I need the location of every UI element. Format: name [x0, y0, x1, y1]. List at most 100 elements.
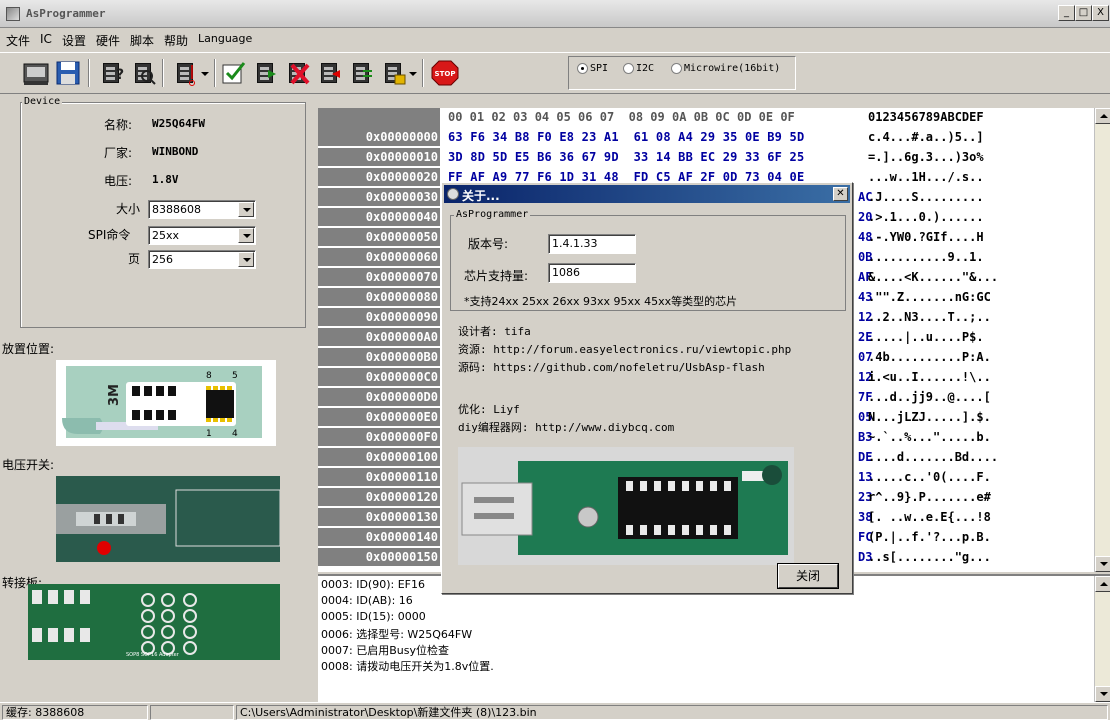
- chevron-down-icon[interactable]: [238, 202, 254, 217]
- close-button[interactable]: X: [1092, 5, 1109, 21]
- voltage-switch-image: [56, 476, 280, 562]
- hex-row-ascii[interactable]: (P.|..f.'?...p.B.: [868, 528, 1078, 546]
- hex-row-ascii[interactable]: ~.`..%...".....b.: [868, 428, 1078, 446]
- hex-row-ascii[interactable]: ...w..1H.../.s..: [868, 168, 1078, 186]
- hex-row-address: 0x00000120: [318, 488, 440, 506]
- hex-scrollbar[interactable]: [1094, 108, 1110, 572]
- page-label: 页: [128, 252, 141, 266]
- menu-script[interactable]: 脚本: [130, 32, 154, 49]
- scroll-up-icon[interactable]: [1095, 576, 1110, 592]
- maximize-button[interactable]: □: [1075, 5, 1092, 21]
- read-chip-icon[interactable]: [170, 59, 198, 87]
- read-to-buffer-icon[interactable]: [314, 59, 342, 87]
- radio-dot-icon: [671, 63, 682, 74]
- toolbar-separator: [88, 59, 90, 87]
- erase-chip-icon[interactable]: [282, 59, 310, 87]
- menu-file[interactable]: 文件: [6, 32, 30, 49]
- hex-row-ascii[interactable]: ...........9..1.: [868, 248, 1078, 266]
- hex-row-address: 0x00000000: [318, 128, 440, 146]
- pin-8-label: 8: [206, 371, 212, 381]
- search-chip-icon[interactable]: [128, 59, 156, 87]
- version-field[interactable]: 1.4.1.33: [548, 234, 636, 254]
- chip-placement-image: 3M 8 5 1 4: [56, 360, 276, 446]
- hex-header-corner: [318, 108, 440, 128]
- verify-icon[interactable]: [220, 59, 248, 87]
- read-dropdown-chevron-icon[interactable]: [198, 59, 212, 87]
- chip-count-field[interactable]: 1086: [548, 263, 636, 283]
- radio-microwire[interactable]: Microwire(16bit): [671, 63, 780, 74]
- lock-dropdown-chevron-icon[interactable]: [406, 59, 420, 87]
- adapter-board-label: SOP8 SOP16 Adapter: [126, 652, 180, 658]
- hex-row-ascii[interactable]: r^..9}.P.......e#: [868, 488, 1078, 506]
- pin-4-label: 4: [232, 429, 238, 439]
- hex-row-ascii[interactable]: c.4...#.a..)5..]: [868, 128, 1078, 146]
- open-file-icon[interactable]: [22, 59, 50, 87]
- radio-i2c[interactable]: I2C: [623, 63, 654, 74]
- chevron-down-icon[interactable]: [238, 228, 254, 243]
- write-chip-icon[interactable]: [250, 59, 278, 87]
- hex-row-ascii[interactable]: ..2..N3....T..;..: [868, 308, 1078, 326]
- hex-row-address: 0x00000130: [318, 508, 440, 526]
- hex-row-address: 0x00000070: [318, 268, 440, 286]
- hex-row-ascii[interactable]: .....|..u....P$.: [868, 328, 1078, 346]
- hex-row-ascii[interactable]: [. ..w..e.E{...!8: [868, 508, 1078, 526]
- hex-row-address: 0x00000020: [318, 168, 440, 186]
- designer-text: 设计者: tifa: [458, 325, 531, 338]
- read-id-icon[interactable]: ?: [96, 59, 124, 87]
- spi-command-combo[interactable]: 25xx: [148, 226, 256, 245]
- hex-row-address: 0x000000B0: [318, 348, 440, 366]
- log-scrollbar[interactable]: [1094, 576, 1110, 702]
- menu-ic[interactable]: IC: [40, 32, 52, 46]
- close-icon[interactable]: ✕: [833, 187, 848, 201]
- device-size-combo[interactable]: 8388608: [148, 200, 256, 219]
- status-bar: 缓存: 8388608 C:\Users\Administrator\Deskt…: [0, 702, 1110, 720]
- hex-row-ascii[interactable]: ."".Z.......nG:GC: [868, 288, 1078, 306]
- hex-row-ascii[interactable]: N...jLZJ.....].$.: [868, 408, 1078, 426]
- toolbar-separator: [162, 59, 164, 87]
- status-file-path: C:\Users\Administrator\Desktop\新建文件夹 (8)…: [236, 705, 1108, 720]
- scroll-up-icon[interactable]: [1095, 108, 1110, 124]
- hex-row-ascii[interactable]: .4b..........P:A.: [868, 348, 1078, 366]
- scroll-down-icon[interactable]: [1095, 556, 1110, 572]
- hex-row-bytes[interactable]: 63 F6 34 B8 F0 E8 23 A1 61 08 A4 29 35 0…: [448, 128, 866, 146]
- hex-row-ascii[interactable]: ...d..jj9..@....[: [868, 388, 1078, 406]
- hex-row-bytes[interactable]: 3D 8D 5D E5 B6 36 67 9D 33 14 BB EC 29 3…: [448, 148, 866, 166]
- minimize-button[interactable]: _: [1058, 5, 1075, 21]
- hex-row-address: 0x00000030: [318, 188, 440, 206]
- menu-help[interactable]: 帮助: [164, 32, 188, 49]
- about-dialog-title: 关于...: [462, 189, 500, 203]
- radio-spi[interactable]: SPI: [577, 63, 608, 74]
- page-combo[interactable]: 256: [148, 250, 256, 269]
- site-link[interactable]: diy编程器网: http://www.diybcq.com: [458, 419, 674, 435]
- left-panel: Device 名称: W25Q64FW 厂家: WINBOND 电压: 1.8V…: [0, 96, 316, 702]
- lock-chip-icon[interactable]: [378, 59, 406, 87]
- about-close-button[interactable]: 关闭: [778, 564, 838, 588]
- hex-row-ascii[interactable]: .>.1...0.)......: [868, 208, 1078, 226]
- hex-row-ascii[interactable]: i.<u..I......!\..: [868, 368, 1078, 386]
- source-link[interactable]: 源码: https://github.com/nofeletru/UsbAsp-…: [458, 359, 765, 375]
- hex-row-ascii[interactable]: &....<K......"&...: [868, 268, 1078, 286]
- menu-settings[interactable]: 设置: [62, 32, 86, 49]
- chevron-down-icon[interactable]: [238, 252, 254, 267]
- menu-language[interactable]: Language: [198, 32, 252, 45]
- log-line: 0003: ID(90): EF16: [321, 578, 425, 591]
- voltage-switch-label: 电压开关:: [2, 458, 55, 472]
- hex-row-ascii[interactable]: ..s[........"g...: [868, 548, 1078, 566]
- placement-label: 放置位置:: [2, 342, 55, 356]
- hex-row-ascii[interactable]: =.]..6g.3...)3o%: [868, 148, 1078, 166]
- scroll-down-icon[interactable]: [1095, 686, 1110, 702]
- menu-hardware[interactable]: 硬件: [96, 32, 120, 49]
- save-file-icon[interactable]: [54, 59, 82, 87]
- hex-row-ascii[interactable]: .J....S.........: [868, 188, 1078, 206]
- hex-row[interactable]: 0x00000000 63 F6 34 B8 F0 E8 23 A1 61 08 …: [318, 128, 1110, 146]
- stop-icon[interactable]: STOP: [430, 59, 460, 87]
- chip-count-label: 芯片支持量:: [464, 269, 529, 283]
- hex-row[interactable]: 0x00000010 3D 8D 5D E5 B6 36 67 9D 33 14 …: [318, 148, 1110, 166]
- resource-link[interactable]: 资源: http://forum.easyelectronics.ru/view…: [458, 341, 850, 357]
- hex-row-ascii[interactable]: .....c..'0(....F.: [868, 468, 1078, 486]
- hex-row-address: 0x000000E0: [318, 408, 440, 426]
- compare-icon[interactable]: [346, 59, 374, 87]
- hex-row-ascii[interactable]: ....d.......Bd....: [868, 448, 1078, 466]
- hex-row-ascii[interactable]: .-.YW0.?GIf....H: [868, 228, 1078, 246]
- stop-label: STOP: [435, 70, 456, 78]
